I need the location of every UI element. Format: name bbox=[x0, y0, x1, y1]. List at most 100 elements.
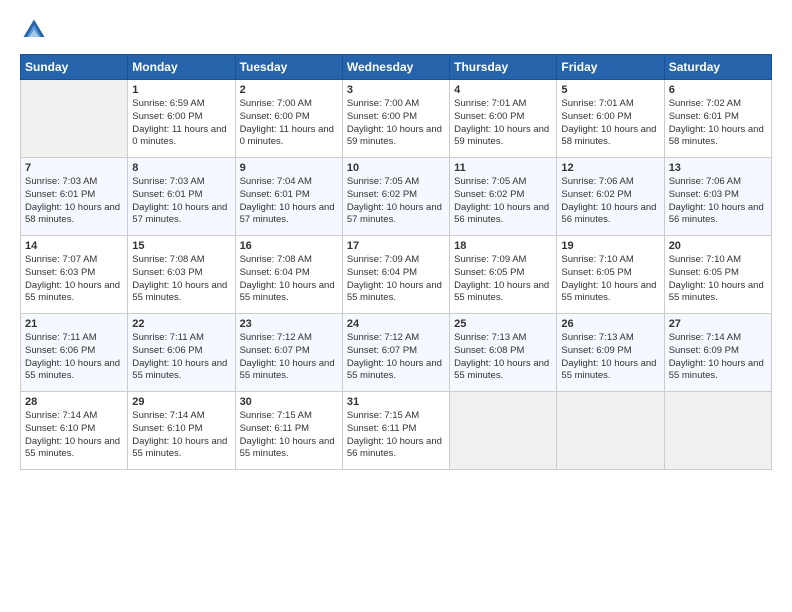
day-number: 20 bbox=[669, 240, 767, 252]
calendar-cell: 1 Sunrise: 6:59 AM Sunset: 6:00 PM Daylig… bbox=[128, 80, 235, 158]
calendar-cell: 11 Sunrise: 7:05 AM Sunset: 6:02 PM Dayli… bbox=[450, 158, 557, 236]
day-number: 22 bbox=[132, 318, 230, 330]
day-number: 10 bbox=[347, 162, 445, 174]
day-number: 9 bbox=[240, 162, 338, 174]
day-number: 2 bbox=[240, 84, 338, 96]
calendar-cell: 8 Sunrise: 7:03 AM Sunset: 6:01 PM Daylig… bbox=[128, 158, 235, 236]
cell-sun-info: Sunrise: 7:10 AM Sunset: 6:05 PM Dayligh… bbox=[669, 254, 767, 305]
calendar-cell: 14 Sunrise: 7:07 AM Sunset: 6:03 PM Dayli… bbox=[21, 236, 128, 314]
cell-sun-info: Sunrise: 7:11 AM Sunset: 6:06 PM Dayligh… bbox=[132, 332, 230, 383]
cell-sun-info: Sunrise: 7:15 AM Sunset: 6:11 PM Dayligh… bbox=[240, 410, 338, 461]
cell-sun-info: Sunrise: 7:01 AM Sunset: 6:00 PM Dayligh… bbox=[454, 98, 552, 149]
calendar-week-row: 7Sunrise: 7:03 AM Sunset: 6:01 PM Daylig… bbox=[21, 158, 772, 236]
logo bbox=[20, 16, 52, 44]
cell-sun-info: Sunrise: 7:07 AM Sunset: 6:03 PM Dayligh… bbox=[25, 254, 123, 305]
cell-sun-info: Sunrise: 7:11 AM Sunset: 6:06 PM Dayligh… bbox=[25, 332, 123, 383]
weekday-header: Monday bbox=[128, 55, 235, 80]
day-number: 26 bbox=[561, 318, 659, 330]
weekday-header: Sunday bbox=[21, 55, 128, 80]
day-number: 19 bbox=[561, 240, 659, 252]
calendar-cell: 7Sunrise: 7:03 AM Sunset: 6:01 PM Daylig… bbox=[21, 158, 128, 236]
calendar-cell: 20 Sunrise: 7:10 AM Sunset: 6:05 PM Dayli… bbox=[664, 236, 771, 314]
calendar-cell: 23 Sunrise: 7:12 AM Sunset: 6:07 PM Dayli… bbox=[235, 314, 342, 392]
header bbox=[20, 16, 772, 44]
day-number: 5 bbox=[561, 84, 659, 96]
day-number: 6 bbox=[669, 84, 767, 96]
calendar-cell bbox=[557, 392, 664, 470]
calendar-cell: 22 Sunrise: 7:11 AM Sunset: 6:06 PM Dayli… bbox=[128, 314, 235, 392]
cell-sun-info: Sunrise: 7:08 AM Sunset: 6:04 PM Dayligh… bbox=[240, 254, 338, 305]
cell-sun-info: Sunrise: 7:00 AM Sunset: 6:00 PM Dayligh… bbox=[240, 98, 338, 149]
day-number: 18 bbox=[454, 240, 552, 252]
calendar-cell: 9 Sunrise: 7:04 AM Sunset: 6:01 PM Daylig… bbox=[235, 158, 342, 236]
cell-sun-info: Sunrise: 7:14 AM Sunset: 6:09 PM Dayligh… bbox=[669, 332, 767, 383]
calendar-cell: 29Sunrise: 7:14 AM Sunset: 6:10 PM Dayli… bbox=[128, 392, 235, 470]
cell-sun-info: Sunrise: 6:59 AM Sunset: 6:00 PM Dayligh… bbox=[132, 98, 230, 149]
calendar-cell: 13 Sunrise: 7:06 AM Sunset: 6:03 PM Dayli… bbox=[664, 158, 771, 236]
cell-sun-info: Sunrise: 7:06 AM Sunset: 6:02 PM Dayligh… bbox=[561, 176, 659, 227]
cell-sun-info: Sunrise: 7:05 AM Sunset: 6:02 PM Dayligh… bbox=[347, 176, 445, 227]
calendar-week-row: 28 Sunrise: 7:14 AM Sunset: 6:10 PM Dayli… bbox=[21, 392, 772, 470]
day-number: 4 bbox=[454, 84, 552, 96]
cell-sun-info: Sunrise: 7:06 AM Sunset: 6:03 PM Dayligh… bbox=[669, 176, 767, 227]
day-number: 13 bbox=[669, 162, 767, 174]
calendar-cell: 19Sunrise: 7:10 AM Sunset: 6:05 PM Dayli… bbox=[557, 236, 664, 314]
cell-sun-info: Sunrise: 7:08 AM Sunset: 6:03 PM Dayligh… bbox=[132, 254, 230, 305]
day-number: 21 bbox=[25, 318, 123, 330]
calendar-cell: 10 Sunrise: 7:05 AM Sunset: 6:02 PM Dayli… bbox=[342, 158, 449, 236]
calendar-week-row: 21 Sunrise: 7:11 AM Sunset: 6:06 PM Dayli… bbox=[21, 314, 772, 392]
calendar-cell: 27 Sunrise: 7:14 AM Sunset: 6:09 PM Dayli… bbox=[664, 314, 771, 392]
day-number: 3 bbox=[347, 84, 445, 96]
weekday-header: Thursday bbox=[450, 55, 557, 80]
calendar-week-row: 1 Sunrise: 6:59 AM Sunset: 6:00 PM Daylig… bbox=[21, 80, 772, 158]
calendar-cell: 2 Sunrise: 7:00 AM Sunset: 6:00 PM Daylig… bbox=[235, 80, 342, 158]
day-number: 31 bbox=[347, 396, 445, 408]
cell-sun-info: Sunrise: 7:00 AM Sunset: 6:00 PM Dayligh… bbox=[347, 98, 445, 149]
day-number: 17 bbox=[347, 240, 445, 252]
weekday-header: Friday bbox=[557, 55, 664, 80]
calendar-cell: 21 Sunrise: 7:11 AM Sunset: 6:06 PM Dayli… bbox=[21, 314, 128, 392]
calendar-cell: 15 Sunrise: 7:08 AM Sunset: 6:03 PM Dayli… bbox=[128, 236, 235, 314]
day-number: 23 bbox=[240, 318, 338, 330]
day-number: 1 bbox=[132, 84, 230, 96]
calendar-cell: 3 Sunrise: 7:00 AM Sunset: 6:00 PM Daylig… bbox=[342, 80, 449, 158]
day-number: 16 bbox=[240, 240, 338, 252]
cell-sun-info: Sunrise: 7:12 AM Sunset: 6:07 PM Dayligh… bbox=[240, 332, 338, 383]
day-number: 12 bbox=[561, 162, 659, 174]
cell-sun-info: Sunrise: 7:03 AM Sunset: 6:01 PM Dayligh… bbox=[25, 176, 123, 227]
weekday-header: Wednesday bbox=[342, 55, 449, 80]
day-number: 14 bbox=[25, 240, 123, 252]
calendar-cell: 4 Sunrise: 7:01 AM Sunset: 6:00 PM Daylig… bbox=[450, 80, 557, 158]
cell-sun-info: Sunrise: 7:09 AM Sunset: 6:05 PM Dayligh… bbox=[454, 254, 552, 305]
day-number: 11 bbox=[454, 162, 552, 174]
day-number: 8 bbox=[132, 162, 230, 174]
calendar-cell: 28 Sunrise: 7:14 AM Sunset: 6:10 PM Dayli… bbox=[21, 392, 128, 470]
cell-sun-info: Sunrise: 7:02 AM Sunset: 6:01 PM Dayligh… bbox=[669, 98, 767, 149]
calendar-cell: 31 Sunrise: 7:15 AM Sunset: 6:11 PM Dayli… bbox=[342, 392, 449, 470]
weekday-header: Saturday bbox=[664, 55, 771, 80]
calendar-cell: 26Sunrise: 7:13 AM Sunset: 6:09 PM Dayli… bbox=[557, 314, 664, 392]
day-number: 28 bbox=[25, 396, 123, 408]
day-number: 27 bbox=[669, 318, 767, 330]
calendar-cell bbox=[21, 80, 128, 158]
calendar-cell: 18 Sunrise: 7:09 AM Sunset: 6:05 PM Dayli… bbox=[450, 236, 557, 314]
calendar-cell: 30Sunrise: 7:15 AM Sunset: 6:11 PM Dayli… bbox=[235, 392, 342, 470]
cell-sun-info: Sunrise: 7:04 AM Sunset: 6:01 PM Dayligh… bbox=[240, 176, 338, 227]
calendar-cell: 24Sunrise: 7:12 AM Sunset: 6:07 PM Dayli… bbox=[342, 314, 449, 392]
page: SundayMondayTuesdayWednesdayThursdayFrid… bbox=[0, 0, 792, 612]
cell-sun-info: Sunrise: 7:09 AM Sunset: 6:04 PM Dayligh… bbox=[347, 254, 445, 305]
calendar-table: SundayMondayTuesdayWednesdayThursdayFrid… bbox=[20, 54, 772, 470]
logo-icon bbox=[20, 16, 48, 44]
cell-sun-info: Sunrise: 7:15 AM Sunset: 6:11 PM Dayligh… bbox=[347, 410, 445, 461]
cell-sun-info: Sunrise: 7:05 AM Sunset: 6:02 PM Dayligh… bbox=[454, 176, 552, 227]
cell-sun-info: Sunrise: 7:03 AM Sunset: 6:01 PM Dayligh… bbox=[132, 176, 230, 227]
calendar-week-row: 14 Sunrise: 7:07 AM Sunset: 6:03 PM Dayli… bbox=[21, 236, 772, 314]
calendar-cell: 25Sunrise: 7:13 AM Sunset: 6:08 PM Dayli… bbox=[450, 314, 557, 392]
day-number: 24 bbox=[347, 318, 445, 330]
cell-sun-info: Sunrise: 7:01 AM Sunset: 6:00 PM Dayligh… bbox=[561, 98, 659, 149]
day-number: 15 bbox=[132, 240, 230, 252]
weekday-header: Tuesday bbox=[235, 55, 342, 80]
day-number: 25 bbox=[454, 318, 552, 330]
cell-sun-info: Sunrise: 7:14 AM Sunset: 6:10 PM Dayligh… bbox=[25, 410, 123, 461]
calendar-cell: 17 Sunrise: 7:09 AM Sunset: 6:04 PM Dayli… bbox=[342, 236, 449, 314]
